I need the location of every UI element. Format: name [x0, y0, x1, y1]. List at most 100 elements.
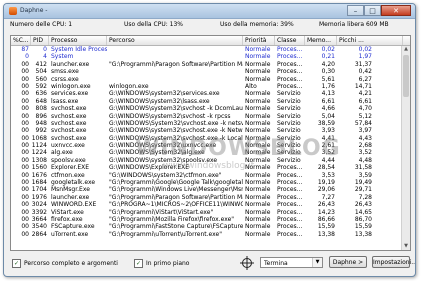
- cell-path: "G:\Programmi\ViStart\ViStart.exe": [109, 208, 214, 216]
- table-row[interactable]: 00 2864 uTorrent.exe "G:\Programmi\uTorrent…: [11, 231, 402, 238]
- cell-process: csrss.exe: [51, 75, 79, 83]
- cell-process: FSCapture.exe: [51, 223, 95, 231]
- table-row[interactable]: 00 636 services.exe G:\WINDOWS\system32\ser…: [11, 90, 402, 97]
- cell-memory: 6,61: [321, 97, 335, 105]
- full-path-option[interactable]: ✓ Percorso completo e argomenti: [12, 257, 118, 269]
- cell-peak: 3,97: [358, 127, 372, 135]
- table-row[interactable]: 00 592 winlogon.exe winlogon.exe Alto Proces.…: [11, 83, 402, 90]
- table-row[interactable]: 00 3664 firefox.exe "G:\Programmi\Mozilla F…: [11, 216, 402, 223]
- cell-path: G:\WINDOWS\system32\lsass.exe: [109, 97, 210, 105]
- cell-pid: 648: [35, 97, 47, 105]
- col-pid[interactable]: PID: [31, 36, 49, 45]
- cell-pid: 560: [35, 75, 47, 83]
- col-process[interactable]: Processo: [49, 36, 107, 45]
- table-row[interactable]: 00 648 lsass.exe G:\WINDOWS\system32\lsass.…: [11, 98, 402, 105]
- minimize-button[interactable]: –: [347, 5, 364, 16]
- cell-class: Servizio: [277, 90, 301, 98]
- cpu-count: Numero delle CPU: 1: [10, 21, 73, 28]
- table-row[interactable]: 00 1676 ctfmon.exe "G:\WINDOWS\system32\ctf…: [11, 172, 402, 179]
- table-row[interactable]: 00 3540 FSCapture.exe "G:\Programmi\FastSto…: [11, 223, 402, 230]
- cell-class: Proces...: [277, 208, 303, 216]
- on-top-label: In primo piano: [146, 259, 190, 267]
- col-peak[interactable]: Picchi ...: [337, 36, 403, 45]
- cell-process: svchost.exe: [51, 134, 87, 142]
- window-title: Daphne -: [20, 7, 48, 14]
- table-row[interactable]: 00 1704 MsnMsgr.Exe "G:\Programmi\Windows L…: [11, 186, 402, 193]
- cell-process: System Idle Process: [51, 46, 107, 53]
- table-row[interactable]: 00 1684 googletalk.exe "G:\Programmi\Google…: [11, 179, 402, 186]
- cell-class: Servizio: [277, 127, 301, 135]
- table-row[interactable]: 00 3392 ViStart.exe "G:\Programmi\ViStart\V…: [11, 209, 402, 216]
- cell-pid: 1676: [31, 171, 47, 179]
- table-row[interactable]: 00 560 csrss.exe Normale Proces... 5,61 6,27: [11, 76, 402, 83]
- cell-pid: 412: [35, 60, 47, 68]
- cell-pid: 0: [43, 46, 47, 53]
- cell-peak: 0,02: [358, 46, 372, 53]
- cell-peak: 6,27: [358, 75, 372, 83]
- cell-memory: 0,21: [321, 53, 335, 61]
- title-bar[interactable]: Daphne - – □ ✕: [4, 4, 415, 19]
- scroll-thumb[interactable]: [403, 55, 409, 97]
- cell-priority: Normale: [245, 75, 271, 83]
- action-select[interactable]: Termina ▼: [260, 257, 323, 268]
- cell-class: Proces...: [277, 46, 303, 53]
- cell-cpu: 00: [21, 97, 29, 105]
- cell-path: "G:\Programmi\Mozilla Firefox\firefox.ex…: [109, 215, 235, 223]
- table-row[interactable]: 00 992 svchost.exe G:\WINDOWS\system32\svch…: [11, 127, 402, 134]
- col-priority[interactable]: Priorità: [243, 36, 275, 45]
- col-path[interactable]: Percorso: [107, 36, 243, 45]
- cell-memory: 14,23: [317, 208, 335, 216]
- table-row[interactable]: 00 504 smss.exe Normale Proces... 0,30 0,42: [11, 68, 402, 75]
- cell-memory: 0,30: [321, 68, 335, 76]
- col-memory[interactable]: Memo...: [305, 36, 337, 45]
- cell-memory: 4,66: [321, 105, 335, 113]
- cell-pid: 896: [35, 112, 47, 120]
- cell-pid: 636: [35, 90, 47, 98]
- table-row[interactable]: 00 412 launcher.exe "G:\Programmi\Paragon S…: [11, 61, 402, 68]
- cell-class: Proces...: [277, 230, 303, 238]
- cell-memory: 29,06: [317, 186, 335, 194]
- close-button[interactable]: ✕: [381, 5, 411, 16]
- chevron-down-icon[interactable]: ▼: [312, 258, 322, 267]
- table-row[interactable]: 87 0 System Idle Process Normale Proces... 0,…: [11, 46, 402, 53]
- crosshair-icon[interactable]: [240, 256, 254, 270]
- settings-button[interactable]: Impostazioni...: [372, 256, 415, 268]
- on-top-checkbox[interactable]: ✓: [134, 258, 143, 268]
- cell-pid: 3024: [31, 201, 47, 209]
- cell-pid: 1224: [31, 149, 47, 157]
- on-top-option[interactable]: ✓ In primo piano: [134, 257, 189, 269]
- cell-process: firefox.exe: [51, 215, 83, 223]
- cell-peak: 31,58: [354, 164, 372, 172]
- cell-pid: 1684: [31, 179, 47, 187]
- vertical-scrollbar[interactable]: ▲ ▼: [401, 46, 410, 250]
- col-cpu[interactable]: %C...: [11, 36, 31, 45]
- cell-process: svchost.exe: [51, 127, 87, 135]
- cell-path: "G:\WINDOWS\system32\ctfmon.exe": [109, 171, 222, 179]
- cell-cpu: 00: [21, 201, 29, 209]
- maximize-button[interactable]: □: [364, 5, 381, 16]
- cell-path: [107, 46, 243, 53]
- cell-cpu: 00: [21, 186, 29, 194]
- scroll-up-icon[interactable]: ▲: [402, 46, 410, 53]
- cell-priority: Normale: [245, 186, 271, 194]
- table-row[interactable]: 00 896 svchost.exe G:\WINDOWS\system32\svch…: [11, 113, 402, 120]
- table-row[interactable]: 00 808 svchost.exe G:\WINDOWS\system32\svch…: [11, 105, 402, 112]
- scroll-down-icon[interactable]: ▼: [402, 243, 410, 250]
- full-path-checkbox[interactable]: ✓: [12, 258, 21, 268]
- table-row[interactable]: 0 4 System Normale Proces... 0,21 1,97: [11, 53, 402, 60]
- table-row[interactable]: 00 1976 launcher.exe "G:\Programmi\Paragon …: [11, 194, 402, 201]
- table-row[interactable]: 00 948 svchost.exe G:\WINDOWS\System32\svch…: [11, 120, 402, 127]
- cell-memory: 19,19: [317, 179, 335, 187]
- col-class[interactable]: Classe: [275, 36, 305, 45]
- watermark-url: www.windowsblog.it: [163, 161, 255, 171]
- daphne-button[interactable]: Daphne >: [329, 256, 367, 268]
- cell-process: services.exe: [51, 90, 89, 98]
- cell-memory: 4,13: [321, 90, 335, 98]
- cell-cpu: 00: [21, 149, 29, 157]
- cell-memory: 3,53: [321, 171, 335, 179]
- cell-peak: 14,71: [354, 82, 372, 90]
- table-row[interactable]: 00 3024 WINWORD.EXE "G:\PROGRA~1\MICROS~2\O…: [11, 201, 402, 208]
- cell-path: [107, 68, 243, 75]
- cell-memory: 1,76: [321, 82, 335, 90]
- cell-process: svchost.exe: [51, 112, 87, 120]
